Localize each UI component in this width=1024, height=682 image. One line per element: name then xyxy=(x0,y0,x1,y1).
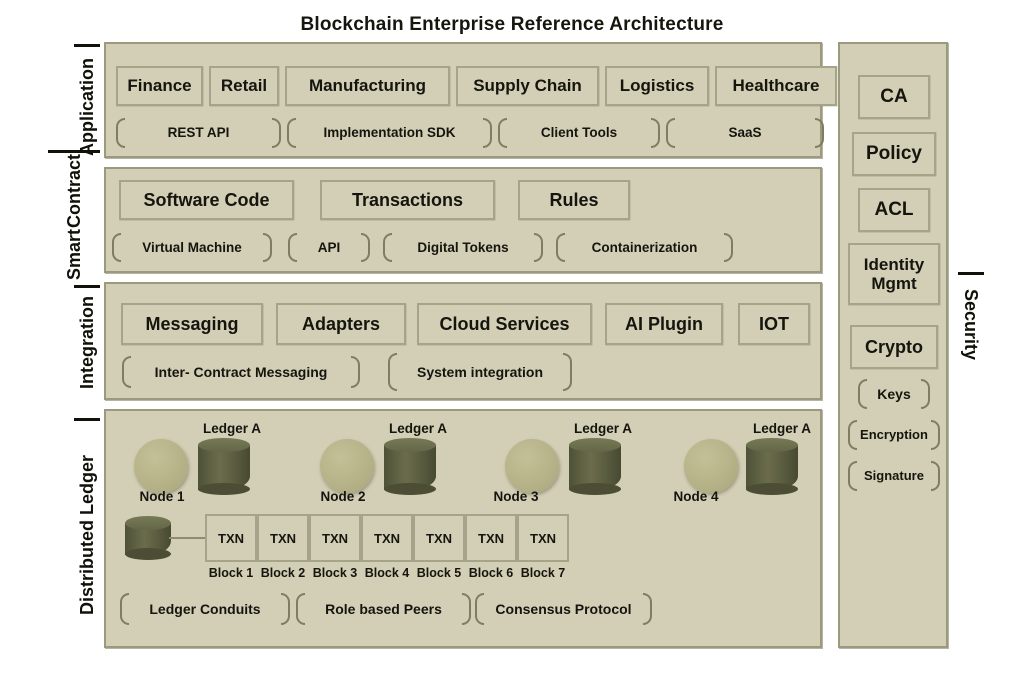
int-box-messaging[interactable]: Messaging xyxy=(121,303,263,345)
security-panel-label: Security xyxy=(958,272,984,375)
app-box-logistics[interactable]: Logistics xyxy=(605,66,709,106)
chain-source-cylinder xyxy=(125,516,171,560)
node-label-4: Node 4 xyxy=(673,489,719,504)
app-box-manufacturing[interactable]: Manufacturing xyxy=(285,66,450,106)
chain-connector-line xyxy=(169,537,205,539)
ledger-caption-2: Ledger A xyxy=(388,421,447,436)
sc-bracket-containerization[interactable]: Containerization xyxy=(556,231,733,264)
security-bracket-keys[interactable]: Keys xyxy=(858,377,930,411)
node-label-1: Node 1 xyxy=(139,489,185,504)
block-label-3: Block 3 xyxy=(312,566,358,580)
layer-label-integration: Integration xyxy=(74,285,100,398)
app-box-finance[interactable]: Finance xyxy=(116,66,203,106)
app-box-supply-chain[interactable]: Supply Chain xyxy=(456,66,599,106)
security-box-identity-mgmt[interactable]: Identity Mgmt xyxy=(848,243,940,305)
security-panel: CA Policy ACL Identity Mgmt Crypto Keys … xyxy=(838,42,948,648)
ledger-cylinder-4 xyxy=(746,438,798,495)
block-6[interactable]: TXN xyxy=(465,514,517,562)
application-layer-panel: Finance Retail Manufacturing Supply Chai… xyxy=(104,42,837,158)
smart-contract-layer-panel: Software Code Transactions Rules Virtual… xyxy=(104,167,822,273)
block-7[interactable]: TXN xyxy=(517,514,569,562)
security-bracket-signature[interactable]: Signature xyxy=(848,459,940,493)
block-4[interactable]: TXN xyxy=(361,514,413,562)
block-label-4: Block 4 xyxy=(364,566,410,580)
app-box-healthcare[interactable]: Healthcare xyxy=(715,66,837,106)
ledger-caption-1: Ledger A xyxy=(202,421,261,436)
node-label-2: Node 2 xyxy=(320,489,366,504)
sc-bracket-api[interactable]: API xyxy=(288,231,370,264)
sc-box-software-code[interactable]: Software Code xyxy=(119,180,294,220)
security-box-ca[interactable]: CA xyxy=(858,75,930,119)
node-label-3: Node 3 xyxy=(493,489,539,504)
ledger-cylinder-1 xyxy=(198,438,250,495)
dl-bracket-consensus-protocol[interactable]: Consensus Protocol xyxy=(475,591,652,627)
ledger-cylinder-2 xyxy=(384,438,436,495)
block-label-1: Block 1 xyxy=(208,566,254,580)
sc-box-transactions[interactable]: Transactions xyxy=(320,180,495,220)
distributed-ledger-layer-panel: Ledger A Node 1 Ledger A Node 2 Ledger A… xyxy=(104,409,822,648)
node-circle-2 xyxy=(320,439,374,493)
node-circle-1 xyxy=(134,439,188,493)
block-2[interactable]: TXN xyxy=(257,514,309,562)
layer-label-smart-contract: Smart Contract xyxy=(48,150,100,281)
security-identity-line1: Identity xyxy=(863,254,925,274)
dl-bracket-ledger-conduits[interactable]: Ledger Conduits xyxy=(120,591,290,627)
layer-label-application: Application xyxy=(74,44,100,167)
block-label-7: Block 7 xyxy=(520,566,566,580)
block-label-5: Block 5 xyxy=(416,566,462,580)
app-bracket-saas[interactable]: SaaS xyxy=(666,116,824,150)
int-box-ai-plugin[interactable]: AI Plugin xyxy=(605,303,723,345)
block-label-2: Block 2 xyxy=(260,566,306,580)
sc-bracket-digital-tokens[interactable]: Digital Tokens xyxy=(383,231,543,264)
layer-label-smart-contract-line2: Contract xyxy=(64,154,84,229)
node-circle-3 xyxy=(505,439,559,493)
layer-label-smart-contract-line1: Smart xyxy=(64,228,84,280)
dl-bracket-role-based-peers[interactable]: Role based Peers xyxy=(296,591,471,627)
security-bracket-encryption[interactable]: Encryption xyxy=(848,418,940,452)
page-title: Blockchain Enterprise Reference Architec… xyxy=(300,14,724,35)
block-5[interactable]: TXN xyxy=(413,514,465,562)
app-bracket-rest-api[interactable]: REST API xyxy=(116,116,281,150)
app-box-retail[interactable]: Retail xyxy=(209,66,279,106)
node-circle-4 xyxy=(684,439,738,493)
security-box-acl[interactable]: ACL xyxy=(858,188,930,232)
layer-label-distributed-ledger: Distributed Ledger xyxy=(74,418,100,649)
sc-bracket-virtual-machine[interactable]: Virtual Machine xyxy=(112,231,272,264)
sc-box-rules[interactable]: Rules xyxy=(518,180,630,220)
int-box-iot[interactable]: IOT xyxy=(738,303,810,345)
security-identity-line2: Mgmt xyxy=(871,274,917,293)
app-bracket-client-tools[interactable]: Client Tools xyxy=(498,116,660,150)
ledger-cylinder-3 xyxy=(569,438,621,495)
int-bracket-system-integration[interactable]: System integration xyxy=(388,350,572,394)
app-bracket-implementation-sdk[interactable]: Implementation SDK xyxy=(287,116,492,150)
ledger-caption-3: Ledger A xyxy=(573,421,632,436)
int-bracket-inter-contract-messaging[interactable]: Inter- Contract Messaging xyxy=(122,354,360,390)
int-box-cloud-services[interactable]: Cloud Services xyxy=(417,303,592,345)
block-1[interactable]: TXN xyxy=(205,514,257,562)
block-label-6: Block 6 xyxy=(468,566,514,580)
block-3[interactable]: TXN xyxy=(309,514,361,562)
int-box-adapters[interactable]: Adapters xyxy=(276,303,406,345)
ledger-caption-4: Ledger A xyxy=(752,421,811,436)
security-box-policy[interactable]: Policy xyxy=(852,132,936,176)
integration-layer-panel: Messaging Adapters Cloud Services AI Plu… xyxy=(104,282,822,400)
security-box-crypto[interactable]: Crypto xyxy=(850,325,938,369)
